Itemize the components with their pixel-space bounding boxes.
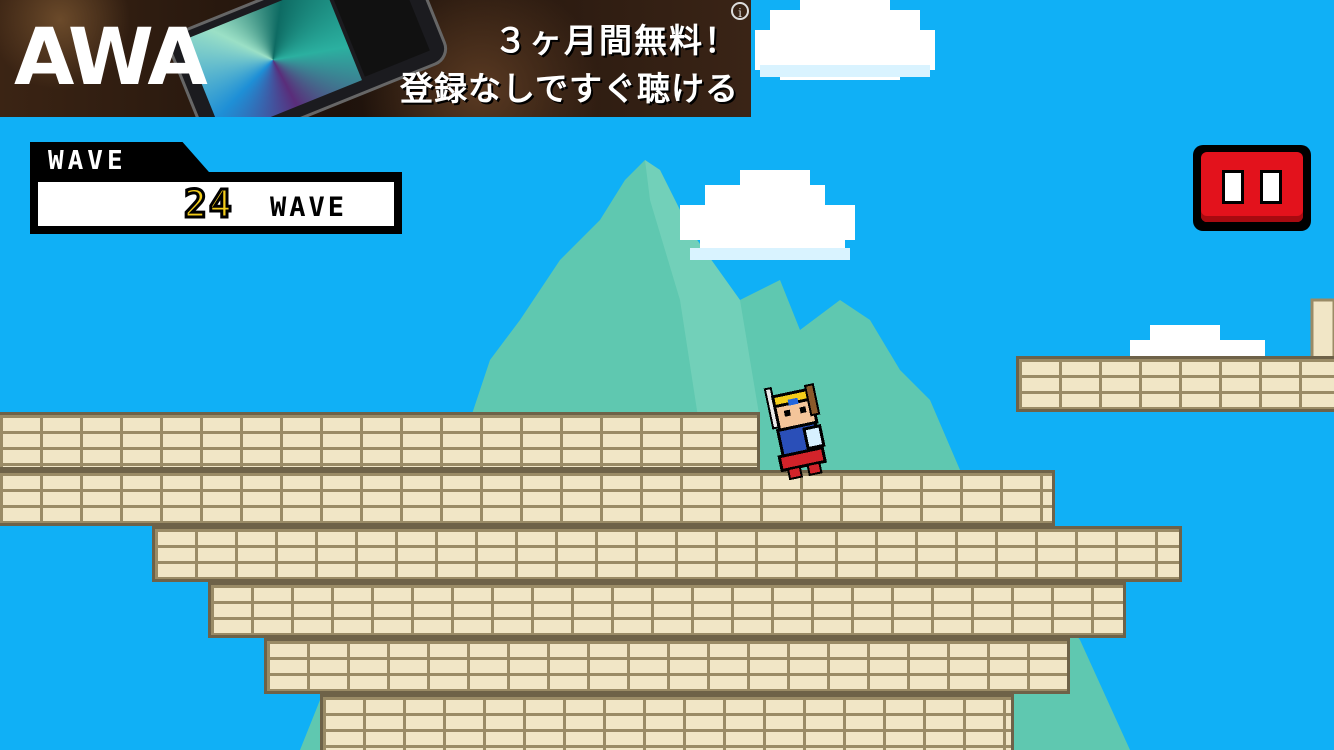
ledge-top-left <box>0 412 760 470</box>
pause-button-face[interactable] <box>1201 152 1303 222</box>
ad-headline: ３ヶ月間無料！ <box>494 21 739 60</box>
ad-subline: 登録なしですぐ聴ける <box>399 69 739 108</box>
ad-info-icon[interactable]: i <box>731 2 749 20</box>
hero-knight-sprite <box>763 383 827 481</box>
cloud-middle <box>680 170 855 253</box>
cloud-right <box>1130 325 1265 358</box>
pause-bar-right <box>1260 170 1282 204</box>
step-5 <box>320 694 1014 750</box>
pause-bar-left <box>1222 170 1244 204</box>
step-4 <box>264 638 1070 694</box>
wave-number: 24 <box>183 182 234 227</box>
step-2 <box>152 526 1182 582</box>
ad-banner[interactable]: AWA ３ヶ月間無料！ 登録なしですぐ聴ける i <box>0 0 751 117</box>
wave-unit-label: WAVE <box>270 192 348 223</box>
step-1 <box>0 470 1055 526</box>
ledge-right <box>1016 356 1334 412</box>
step-3 <box>208 582 1126 638</box>
ad-brand-logo: AWA <box>14 13 208 103</box>
